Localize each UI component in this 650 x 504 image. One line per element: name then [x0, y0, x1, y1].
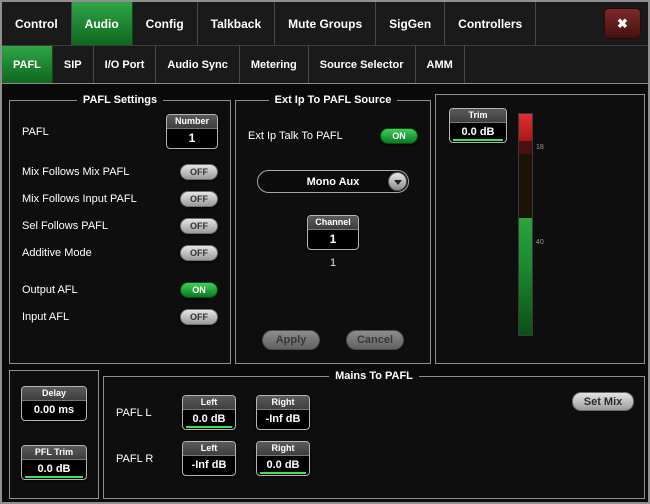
mix-follows-input-pafl-label: Mix Follows Input PAFL — [22, 193, 137, 205]
sub-tab-bar: PAFL SIP I/O Port Audio Sync Metering So… — [2, 46, 648, 84]
output-afl-toggle[interactable]: ON — [180, 282, 218, 298]
meter-darkred-segment — [519, 141, 532, 154]
set-mix-button[interactable]: Set Mix — [572, 392, 634, 411]
sel-follows-pafl-toggle[interactable]: OFF — [180, 218, 218, 234]
mains-row-pafl-l: PAFL L Left 0.0 dB Right -Inf dB — [116, 395, 644, 430]
pafl-output-panel: Delay 0.00 ms PFL Trim 0.0 dB — [9, 370, 99, 499]
tab-controllers[interactable]: Controllers — [445, 2, 536, 45]
subtab-pafl[interactable]: PAFL — [2, 46, 53, 83]
channel-confirmed-value: 1 — [248, 257, 418, 269]
output-afl-label: Output AFL — [22, 284, 78, 296]
left-field-label: Left — [183, 396, 235, 410]
trim-field-label: Trim — [450, 109, 506, 123]
pafl-r-label: PAFL R — [116, 453, 162, 465]
pafl-number-row: PAFL Number 1 — [22, 114, 218, 149]
pafl-l-right-field[interactable]: Right -Inf dB — [256, 395, 310, 430]
pafl-r-left-value: -Inf dB — [183, 456, 235, 475]
subtab-source-selector[interactable]: Source Selector — [309, 46, 416, 83]
ext-ip-talk-label: Ext Ip Talk To PAFL — [248, 130, 343, 142]
delay-field[interactable]: Delay 0.00 ms — [21, 386, 87, 421]
apply-cancel-row: Apply Cancel — [248, 330, 418, 350]
chevron-down-icon[interactable] — [388, 172, 407, 191]
meter-tick: 40 — [536, 239, 544, 246]
left-field-label: Left — [183, 442, 235, 456]
subtab-metering[interactable]: Metering — [240, 46, 309, 83]
trim-value: 0.0 dB — [450, 123, 506, 142]
ext-ip-panel-title: Ext Ip To PAFL Source — [269, 94, 398, 106]
tab-config[interactable]: Config — [133, 2, 198, 45]
apply-button[interactable]: Apply — [262, 330, 320, 350]
right-field-label: Right — [257, 396, 309, 410]
pafl-level-meter — [518, 113, 533, 336]
pafl-r-right-field[interactable]: Right 0.0 dB — [256, 441, 310, 476]
mix-follows-mix-pafl-toggle[interactable]: OFF — [180, 164, 218, 180]
close-button[interactable]: ✖ — [604, 8, 641, 39]
pafl-l-left-value: 0.0 dB — [183, 410, 235, 429]
setting-row: Output AFL ON — [22, 281, 218, 298]
delay-field-label: Delay — [22, 387, 86, 401]
meter-red-segment — [519, 114, 532, 141]
tab-audio[interactable]: Audio — [72, 2, 133, 45]
tab-control[interactable]: Control — [2, 2, 72, 45]
right-field-label: Right — [257, 442, 309, 456]
subtab-amm[interactable]: AMM — [416, 46, 465, 83]
pafl-l-right-value: -Inf dB — [257, 410, 309, 429]
delay-value: 0.00 ms — [22, 401, 86, 420]
ext-ip-panel: Ext Ip To PAFL Source Ext Ip Talk To PAF… — [235, 94, 431, 364]
source-dropdown[interactable]: Mono Aux — [257, 170, 409, 193]
subtab-audio-sync[interactable]: Audio Sync — [156, 46, 240, 83]
mains-row-pafl-r: PAFL R Left -Inf dB Right 0.0 dB — [116, 441, 644, 476]
close-icon: ✖ — [617, 16, 628, 32]
tab-mute-groups[interactable]: Mute Groups — [275, 2, 376, 45]
pafl-l-left-field[interactable]: Left 0.0 dB — [182, 395, 236, 430]
channel-field[interactable]: Channel 1 — [307, 215, 359, 250]
mains-to-pafl-title: Mains To PAFL — [329, 370, 419, 382]
ext-ip-talk-toggle[interactable]: ON — [380, 128, 418, 144]
setting-row: Mix Follows Input PAFL OFF — [22, 190, 218, 207]
sel-follows-pafl-label: Sel Follows PAFL — [22, 220, 108, 232]
tab-talkback[interactable]: Talkback — [198, 2, 275, 45]
pafl-r-left-field[interactable]: Left -Inf dB — [182, 441, 236, 476]
channel-value: 1 — [308, 230, 358, 249]
additive-mode-label: Additive Mode — [22, 247, 92, 259]
pafl-settings-title: PAFL Settings — [77, 94, 163, 106]
input-afl-toggle[interactable]: OFF — [180, 309, 218, 325]
pafl-number-field[interactable]: Number 1 — [166, 114, 218, 149]
meter-green-segment — [519, 218, 532, 335]
pafl-setup-screen: Control Audio Config Talkback Mute Group… — [0, 0, 650, 504]
input-afl-label: Input AFL — [22, 311, 69, 323]
channel-field-label: Channel — [308, 216, 358, 230]
chevron-glyph — [394, 180, 402, 185]
meter-unlit-segment — [519, 154, 532, 218]
cancel-button[interactable]: Cancel — [346, 330, 404, 350]
tab-siggen[interactable]: SigGen — [376, 2, 445, 45]
setting-row: Additive Mode OFF — [22, 244, 218, 261]
mix-follows-input-pafl-toggle[interactable]: OFF — [180, 191, 218, 207]
mix-follows-mix-pafl-label: Mix Follows Mix PAFL — [22, 166, 129, 178]
source-dropdown-value: Mono Aux — [307, 176, 360, 188]
setting-row: Mix Follows Mix PAFL OFF — [22, 163, 218, 180]
trim-field[interactable]: Trim 0.0 dB — [449, 108, 507, 143]
pafl-number-field-label: Number — [167, 115, 217, 129]
pafl-settings-panel: PAFL Settings PAFL Number 1 Mix Follows … — [9, 94, 231, 364]
main-tab-bar: Control Audio Config Talkback Mute Group… — [2, 2, 648, 46]
pfl-trim-field-label: PFL Trim — [22, 446, 86, 460]
additive-mode-toggle[interactable]: OFF — [180, 245, 218, 261]
subtab-io-port[interactable]: I/O Port — [94, 46, 157, 83]
pafl-number-value: 1 — [167, 129, 217, 148]
ext-ip-talk-row: Ext Ip Talk To PAFL ON — [248, 128, 418, 144]
setting-row: Input AFL OFF — [22, 308, 218, 325]
pafl-l-label: PAFL L — [116, 407, 162, 419]
meter-tick: 18 — [536, 144, 544, 151]
pafl-meter-panel: Trim 0.0 dB 18 40 — [435, 94, 645, 364]
pafl-r-right-value: 0.0 dB — [257, 456, 309, 475]
pfl-trim-field[interactable]: PFL Trim 0.0 dB — [21, 445, 87, 480]
pfl-trim-value: 0.0 dB — [22, 460, 86, 479]
mains-to-pafl-panel: Mains To PAFL Set Mix PAFL L Left 0.0 dB… — [103, 370, 645, 499]
pafl-label: PAFL — [22, 126, 49, 138]
setting-row: Sel Follows PAFL OFF — [22, 217, 218, 234]
subtab-sip[interactable]: SIP — [53, 46, 94, 83]
